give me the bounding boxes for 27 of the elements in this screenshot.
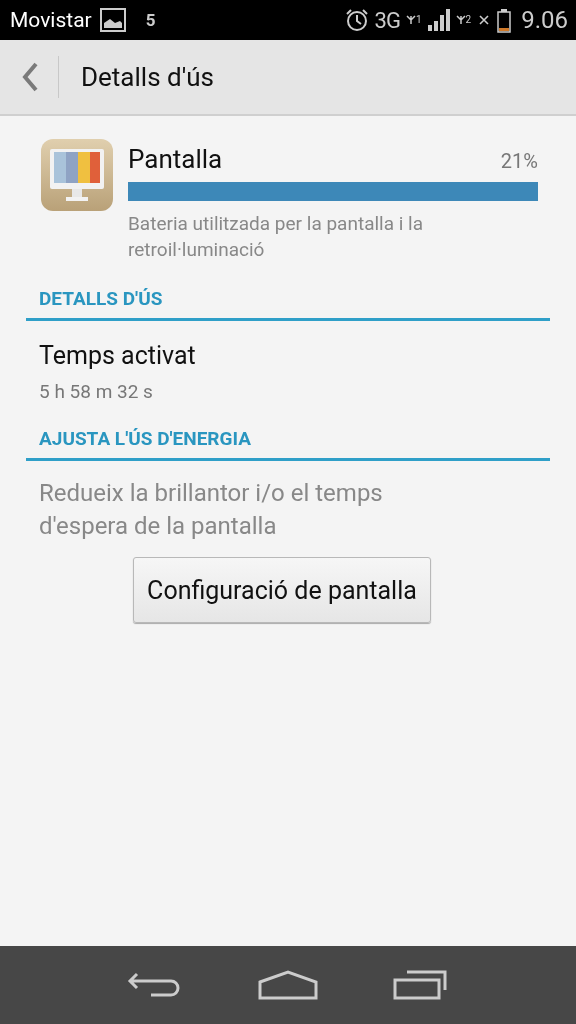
network-type: 3G <box>374 7 400 33</box>
carrier-name: Movistar <box>10 8 92 32</box>
settings-button[interactable]: Configuració de pantalla <box>133 557 431 623</box>
detail-label: Temps activat <box>39 341 197 370</box>
section-header: DETALLS D'ÚS <box>26 287 550 321</box>
detail-value: 5 h 58 m 32 s <box>39 380 154 403</box>
battery-icon <box>497 7 512 33</box>
clock: 9.06 <box>521 6 568 34</box>
hint-text: Redueix la brillantor i/o el temps d'espera de la pantalla <box>39 478 384 542</box>
sim-label: 1 <box>415 15 422 25</box>
home-icon <box>258 970 318 1000</box>
usage-description: Bateria utilitzada per la pantalla i la retroil·luminació <box>128 211 425 263</box>
screen-title: Detalls d'ús <box>81 62 214 92</box>
notification-count: 5 <box>145 10 156 30</box>
sim-label: 2 <box>465 15 472 25</box>
usage-title: Pantalla <box>128 144 223 174</box>
back-chevron-icon <box>22 62 40 92</box>
recent-apps-icon <box>392 970 449 1000</box>
alarm-icon <box>344 8 369 32</box>
signal-icon <box>427 9 450 31</box>
image-icon <box>99 8 126 32</box>
monitor-app-icon <box>40 138 114 212</box>
antenna-icon <box>455 15 466 25</box>
section-header: AJUSTA L'ÚS D'ENERGIA <box>26 427 550 461</box>
usage-percent: 21% <box>500 149 538 173</box>
no-signal-icon <box>477 14 492 26</box>
antenna-icon <box>405 15 416 25</box>
